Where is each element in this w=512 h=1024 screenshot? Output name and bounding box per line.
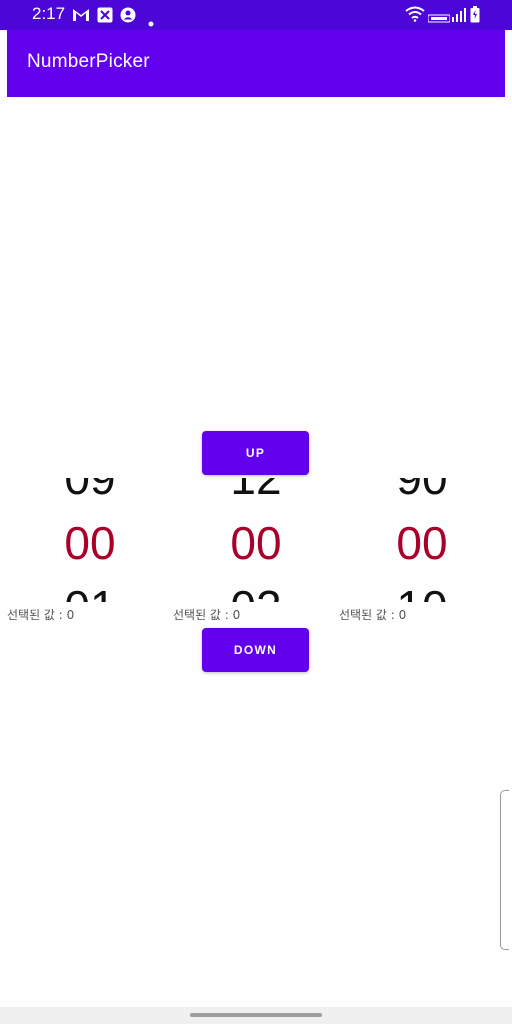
picker-selected-value[interactable]: 00: [176, 520, 336, 566]
picker-selected-value[interactable]: 00: [10, 520, 170, 566]
number-picker-1[interactable]: 09 00 01: [10, 478, 170, 602]
battery-icon: [470, 6, 480, 27]
picker-prev-value[interactable]: 12: [176, 478, 336, 501]
account-icon: [120, 7, 136, 27]
picker-next-value[interactable]: 10: [342, 584, 502, 602]
status-bar: 2:17: [0, 0, 512, 30]
wifi-icon: [405, 6, 425, 26]
number-picker-3[interactable]: 90 00 10: [342, 478, 502, 602]
status-time: 2:17: [32, 4, 66, 23]
picker-prev-value[interactable]: 09: [10, 478, 170, 501]
selected-value-label-3: 선택된 값 : 0: [339, 608, 407, 622]
dot-icon: [148, 12, 154, 31]
app-bar: NumberPicker: [7, 30, 505, 97]
selected-value-label-1: 선택된 값 : 0: [7, 608, 75, 622]
navigation-bar: [0, 1007, 512, 1024]
home-gesture-bar[interactable]: [190, 1013, 322, 1017]
picker-next-value[interactable]: 01: [10, 584, 170, 602]
gmail-icon: [72, 7, 90, 26]
app-title: NumberPicker: [27, 51, 150, 72]
picker-selected-value[interactable]: 00: [342, 520, 502, 566]
picker-prev-value[interactable]: 90: [342, 478, 502, 501]
x-icon: [97, 7, 113, 27]
down-button[interactable]: DOWN: [202, 628, 309, 672]
selected-value-label-2: 선택된 값 : 0: [173, 608, 241, 622]
edge-panel-handle[interactable]: [500, 790, 509, 950]
up-button[interactable]: UP: [202, 431, 309, 475]
number-picker-2[interactable]: 12 00 02: [176, 478, 336, 602]
picker-next-value[interactable]: 02: [176, 584, 336, 602]
signal-icon: [452, 7, 466, 26]
volte-icon: [427, 9, 451, 28]
